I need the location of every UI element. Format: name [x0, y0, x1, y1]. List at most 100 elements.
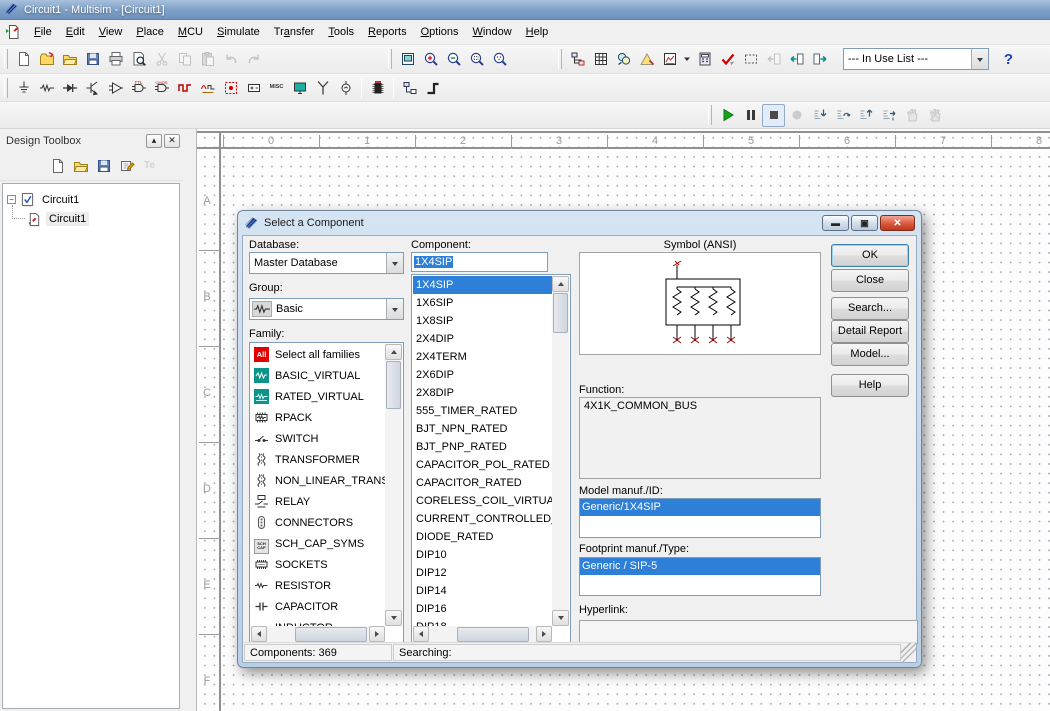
zoom-fit-button[interactable]: [488, 48, 511, 71]
mcu-chip-button[interactable]: [366, 76, 389, 99]
menu-simulate[interactable]: Simulate: [210, 23, 267, 41]
component-item[interactable]: BJT_PNP_RATED: [413, 438, 552, 456]
component-item[interactable]: 1X6SIP: [413, 294, 552, 312]
scroll-left-icon[interactable]: [251, 626, 267, 642]
component-item[interactable]: DIP14: [413, 582, 552, 600]
component-item[interactable]: 2X8DIP: [413, 384, 552, 402]
component-item[interactable]: 1X8SIP: [413, 312, 552, 330]
new-document-button[interactable]: [12, 48, 35, 71]
pause-button[interactable]: [739, 104, 762, 127]
menu-tools[interactable]: Tools: [321, 23, 361, 41]
family-vertical-scrollbar[interactable]: [385, 344, 402, 626]
scroll-up-icon[interactable]: [385, 344, 402, 360]
scroll-right-icon[interactable]: [369, 626, 385, 642]
step-into-button[interactable]: [808, 104, 831, 127]
database-dropdown-button[interactable]: [386, 253, 403, 273]
model-box[interactable]: Generic/1X4SIP: [579, 498, 821, 538]
maximize-button[interactable]: ▣: [851, 215, 878, 231]
print-preview-button[interactable]: [127, 48, 150, 71]
family-item[interactable]: CONNECTORS: [251, 512, 385, 533]
family-list[interactable]: AllSelect all familiesBASIC_VIRTUALRATED…: [249, 342, 404, 645]
model-button[interactable]: Model...: [831, 343, 909, 366]
panel-close-button[interactable]: ✕: [164, 134, 180, 148]
toolbar-grip[interactable]: [388, 49, 392, 69]
capture-area-button[interactable]: [739, 48, 762, 71]
close-button[interactable]: Close: [831, 269, 909, 292]
print-button[interactable]: [104, 48, 127, 71]
menu-transfer[interactable]: Transfer: [267, 23, 322, 41]
bus-button[interactable]: [421, 76, 444, 99]
footprint-value[interactable]: Generic / SIP-5: [580, 558, 820, 575]
toolbar-grip[interactable]: [558, 49, 562, 69]
basic-resistor-button[interactable]: [35, 76, 58, 99]
component-item[interactable]: 555_TIMER_RATED: [413, 402, 552, 420]
family-item[interactable]: RESISTOR: [251, 575, 385, 596]
zoom-out-button[interactable]: [442, 48, 465, 71]
postprocessor-button[interactable]: [693, 48, 716, 71]
family-horizontal-scrollbar[interactable]: [251, 626, 385, 643]
spreadsheet-view-button[interactable]: [589, 48, 612, 71]
step-out-button[interactable]: [854, 104, 877, 127]
menu-reports[interactable]: Reports: [361, 23, 414, 41]
new-document-button[interactable]: [46, 155, 69, 178]
component-item[interactable]: CURRENT_CONTROLLED_: [413, 510, 552, 528]
group-combo[interactable]: Basic: [249, 298, 404, 320]
scroll-right-icon[interactable]: [536, 626, 552, 642]
menu-file[interactable]: File: [27, 23, 59, 41]
step-over-button[interactable]: [831, 104, 854, 127]
toolbar-grip[interactable]: [708, 105, 712, 125]
tree-root-label[interactable]: Circuit1: [39, 193, 82, 207]
open-folder-button[interactable]: [69, 155, 92, 178]
source-ground-button[interactable]: [12, 76, 35, 99]
family-item[interactable]: INDUCTOR: [251, 617, 385, 626]
group-dropdown-button[interactable]: [386, 299, 403, 319]
run-button[interactable]: [716, 104, 739, 127]
step-to-cursor-button[interactable]: [877, 104, 900, 127]
create-component-button[interactable]: [635, 48, 658, 71]
zoom-in-button[interactable]: [419, 48, 442, 71]
panel-collapse-button[interactable]: ▴: [146, 134, 162, 148]
menu-window[interactable]: Window: [466, 23, 519, 41]
component-item[interactable]: CAPACITOR_RATED: [413, 474, 552, 492]
tree-child-row[interactable]: Circuit1: [12, 209, 177, 229]
family-item[interactable]: BASIC_VIRTUAL: [251, 365, 385, 386]
full-screen-button[interactable]: [396, 48, 419, 71]
menu-view[interactable]: View: [92, 23, 130, 41]
component-item[interactable]: CORELESS_COIL_VIRTUAL: [413, 492, 552, 510]
forward-annotate-button[interactable]: [808, 48, 831, 71]
database-combo[interactable]: Master Database: [249, 252, 404, 274]
scrollbar-thumb[interactable]: [295, 627, 367, 642]
stop-button[interactable]: [762, 104, 785, 127]
component-input[interactable]: 1X4SIP: [411, 252, 548, 272]
transistor-button[interactable]: [81, 76, 104, 99]
family-item[interactable]: TRANSFORMER: [251, 449, 385, 470]
scrollbar-thumb[interactable]: [386, 361, 401, 409]
component-item[interactable]: 2X4DIP: [413, 330, 552, 348]
family-item[interactable]: SOCKETS: [251, 554, 385, 575]
ok-button[interactable]: OK: [831, 244, 909, 267]
help-button[interactable]: Help: [831, 374, 909, 397]
scrollbar-thumb[interactable]: [553, 293, 568, 333]
scroll-down-icon[interactable]: [552, 610, 569, 626]
scroll-down-icon[interactable]: [385, 610, 402, 626]
open-sample-folder-button[interactable]: [35, 48, 58, 71]
scroll-left-icon[interactable]: [413, 626, 429, 642]
electromechanical-button[interactable]: [334, 76, 357, 99]
cmos-gate-button[interactable]: CMOS: [150, 76, 173, 99]
family-item[interactable]: RATED_VIRTUAL: [251, 386, 385, 407]
database-manager-button[interactable]: [612, 48, 635, 71]
save-button[interactable]: [81, 48, 104, 71]
component-vertical-scrollbar[interactable]: [552, 276, 569, 626]
family-item[interactable]: RELAY: [251, 491, 385, 512]
ttl-gate-button[interactable]: TTL: [127, 76, 150, 99]
component-item[interactable]: DIODE_RATED: [413, 528, 552, 546]
family-item[interactable]: CAPACITOR: [251, 596, 385, 617]
menu-mcu[interactable]: MCU: [171, 23, 210, 41]
component-item[interactable]: CAPACITOR_POL_RATED: [413, 456, 552, 474]
tree-collapse-icon[interactable]: −: [7, 195, 16, 204]
resize-grip[interactable]: [901, 643, 916, 662]
toolbar-grip[interactable]: [4, 49, 8, 69]
tree-child-label[interactable]: Circuit1: [46, 212, 89, 226]
erc-check-button[interactable]: [716, 48, 739, 71]
dropdown-button[interactable]: [681, 48, 693, 71]
